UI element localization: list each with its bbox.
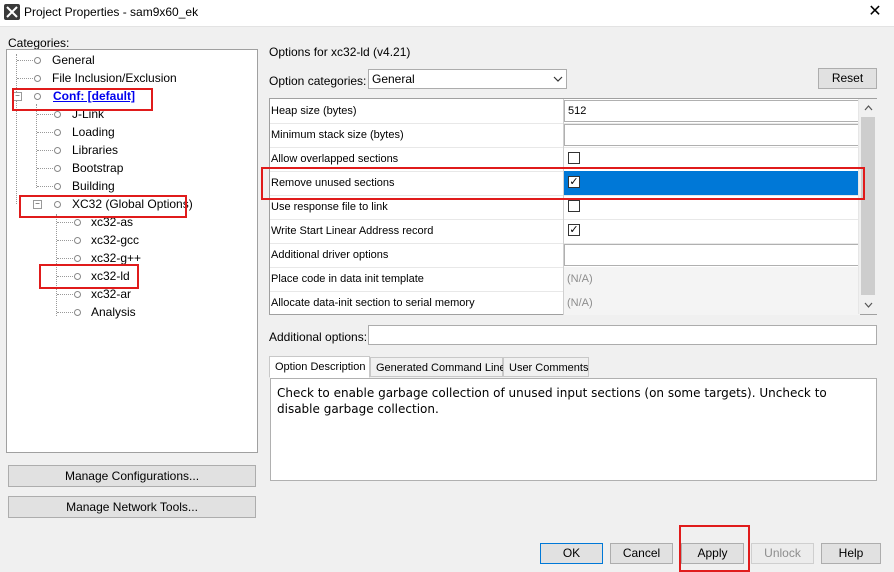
- tree-item-analysis[interactable]: Analysis: [73, 304, 136, 320]
- cancel-button[interactable]: Cancel: [610, 543, 673, 564]
- options-header: Options for xc32-ld (v4.21): [269, 45, 411, 59]
- tab-generated-command-line[interactable]: Generated Command Line: [370, 357, 506, 377]
- highlight-xc32-ld: [39, 264, 139, 289]
- item-bullet-icon: [54, 165, 61, 172]
- option-categories-value: General: [372, 72, 415, 86]
- manage-configurations-button[interactable]: Manage Configurations...: [8, 465, 256, 487]
- additional-options-label: Additional options:: [269, 330, 368, 344]
- help-button[interactable]: Help: [821, 543, 881, 564]
- heap-size-field[interactable]: 512: [564, 100, 860, 122]
- item-bullet-icon: [74, 219, 81, 226]
- option-categories-select[interactable]: General: [368, 69, 567, 89]
- close-icon[interactable]: ✕: [856, 0, 894, 24]
- prop-name: Heap size (bytes): [270, 99, 564, 123]
- prop-name: Place code in data init template: [270, 267, 564, 291]
- reset-button[interactable]: Reset: [818, 68, 877, 89]
- app-icon: [4, 4, 20, 20]
- scroll-down-icon[interactable]: [864, 302, 873, 308]
- prop-row-heap-size[interactable]: Heap size (bytes) 512: [270, 99, 860, 124]
- allow-overlapped-checkbox[interactable]: [568, 152, 580, 164]
- grid-scrollbar[interactable]: [858, 99, 877, 314]
- options-grid: Heap size (bytes) 512 Minimum stack size…: [269, 98, 877, 315]
- prop-value: ✓: [564, 219, 860, 243]
- categories-label: Categories:: [8, 36, 70, 50]
- unlock-button: Unlock: [751, 543, 814, 564]
- response-file-checkbox[interactable]: [568, 200, 580, 212]
- place-code-value: (N/A): [564, 267, 860, 291]
- tree-item-label: xc32-ar: [91, 287, 132, 301]
- title-bar: Project Properties - sam9x60_ek ✕: [0, 0, 894, 27]
- additional-driver-field[interactable]: [564, 244, 860, 266]
- prop-row-allocate-data-init[interactable]: Allocate data-init section to serial mem…: [270, 291, 860, 315]
- highlight-remove-unused: [261, 167, 865, 200]
- tree-item-label: Libraries: [72, 143, 119, 157]
- tab-option-description[interactable]: Option Description: [269, 356, 370, 378]
- allocate-data-init-value: (N/A): [564, 291, 860, 315]
- option-description-text: Check to enable garbage collection of un…: [270, 378, 877, 481]
- prop-row-min-stack[interactable]: Minimum stack size (bytes): [270, 123, 860, 148]
- item-bullet-icon: [74, 237, 81, 244]
- item-bullet-icon: [74, 291, 81, 298]
- highlight-apply: [679, 525, 750, 572]
- ok-button[interactable]: OK: [540, 543, 603, 564]
- item-bullet-icon: [54, 183, 61, 190]
- tree-item-file-inclusion[interactable]: File Inclusion/Exclusion: [33, 70, 177, 86]
- tree-item-label: xc32-gcc: [91, 233, 140, 247]
- highlight-xc32-global: [19, 195, 187, 218]
- item-bullet-icon: [34, 75, 41, 82]
- tree-item-label: Loading: [72, 125, 115, 139]
- tree-item-label: File Inclusion/Exclusion: [52, 71, 177, 85]
- scroll-up-icon[interactable]: [864, 105, 873, 111]
- tree-item-label: Building: [72, 179, 115, 193]
- prop-name: Minimum stack size (bytes): [270, 123, 564, 147]
- tree-item-xc32-gcc[interactable]: xc32-gcc: [73, 232, 139, 248]
- highlight-conf-default: [12, 88, 153, 111]
- tab-user-comments[interactable]: User Comments: [503, 357, 589, 377]
- tree-item-label: xc32-g++: [91, 251, 142, 265]
- prop-row-write-start-linear[interactable]: Write Start Linear Address record ✓: [270, 219, 860, 244]
- item-bullet-icon: [74, 309, 81, 316]
- chevron-down-icon: [553, 76, 563, 82]
- tree-item-label: General: [52, 53, 95, 67]
- prop-name: Allocate data-init section to serial mem…: [270, 291, 564, 315]
- item-bullet-icon: [34, 57, 41, 64]
- item-bullet-icon: [54, 129, 61, 136]
- tree-item-loading[interactable]: Loading: [53, 124, 115, 140]
- write-start-linear-checkbox[interactable]: ✓: [568, 224, 580, 236]
- prop-row-place-code[interactable]: Place code in data init template (N/A): [270, 267, 860, 292]
- item-bullet-icon: [74, 255, 81, 262]
- prop-name: Write Start Linear Address record: [270, 219, 564, 243]
- option-categories-label: Option categories:: [269, 74, 367, 88]
- tree-item-label: Bootstrap: [72, 161, 124, 175]
- tree-item-bootstrap[interactable]: Bootstrap: [53, 160, 123, 176]
- min-stack-field[interactable]: [564, 124, 860, 146]
- prop-name: Additional driver options: [270, 243, 564, 267]
- scroll-thumb[interactable]: [861, 117, 875, 295]
- tree-item-label: Analysis: [91, 305, 136, 319]
- tree-item-libraries[interactable]: Libraries: [53, 142, 118, 158]
- tree-item-building[interactable]: Building: [53, 178, 115, 194]
- item-bullet-icon: [54, 111, 61, 118]
- tree-item-general[interactable]: General: [33, 52, 95, 68]
- additional-options-field[interactable]: [368, 325, 877, 345]
- prop-row-additional-driver[interactable]: Additional driver options: [270, 243, 860, 268]
- item-bullet-icon: [54, 147, 61, 154]
- window-title: Project Properties - sam9x60_ek: [24, 5, 199, 19]
- manage-network-tools-button[interactable]: Manage Network Tools...: [8, 496, 256, 518]
